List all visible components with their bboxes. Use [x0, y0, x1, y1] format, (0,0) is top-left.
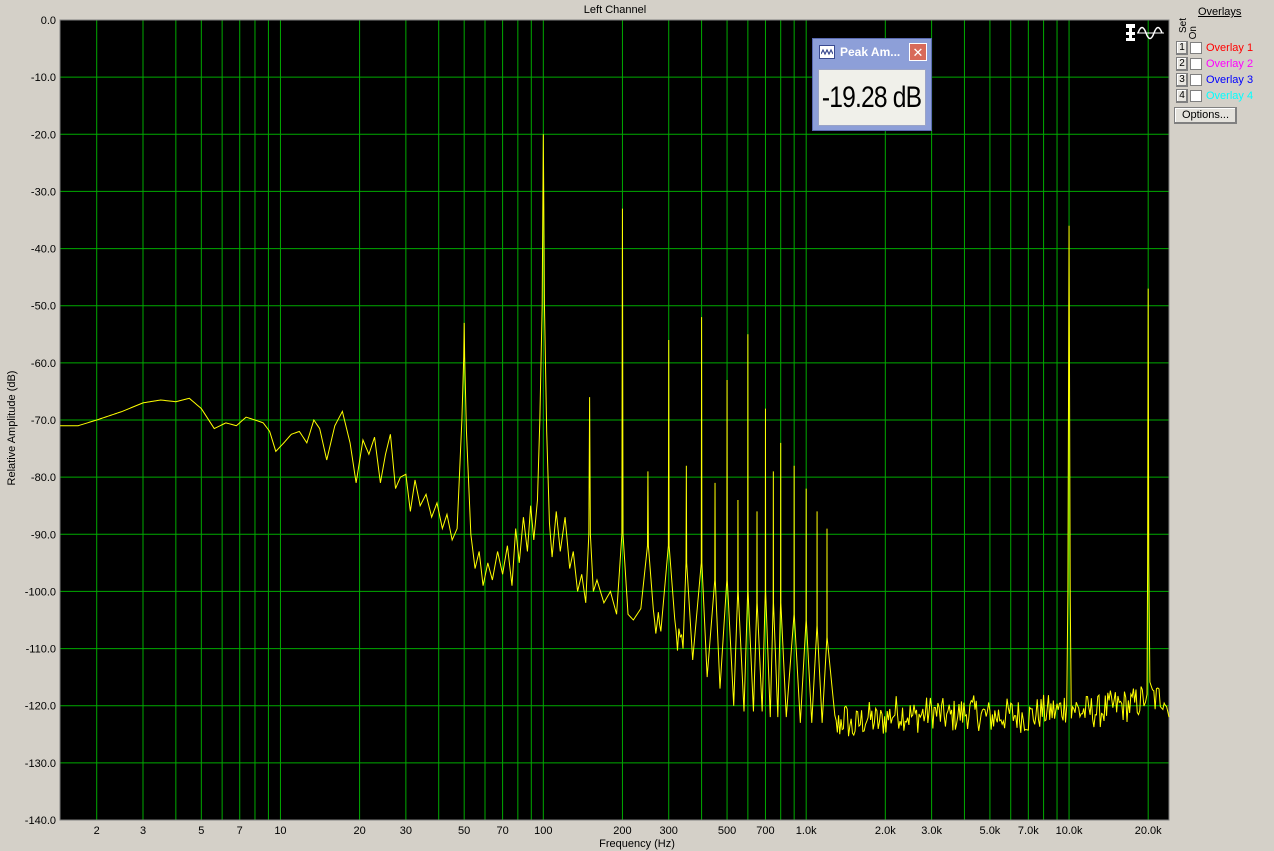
overlay-label-3: Overlay 3	[1206, 74, 1254, 86]
y-tick-label: -50.0	[31, 301, 56, 313]
y-tick-label: -10.0	[31, 72, 56, 84]
x-tick-label: 2.0k	[875, 825, 896, 837]
x-tick-label: 1.0k	[796, 825, 817, 837]
spectrum-chart: Left Channel 0.0 -10.0 -20.0 -30.0 -40.0 -50.…	[6, 4, 1170, 850]
overlay-label-2: Overlay 2	[1206, 58, 1254, 70]
overlay-row-4: 4 Overlay 4	[1176, 89, 1253, 103]
peak-value: -19.28 dB	[822, 80, 922, 114]
y-tick-label: -100.0	[25, 586, 56, 598]
options-button[interactable]: Options...	[1174, 107, 1237, 124]
peak-window-title: Peak Am...	[840, 45, 901, 59]
overlay-set-button-4[interactable]: 4	[1176, 89, 1188, 103]
x-axis-title: Frequency (Hz)	[599, 838, 675, 850]
x-tick-label: 50	[458, 825, 470, 837]
x-tick-label: 2	[94, 825, 100, 837]
overlay-set-button-3[interactable]: 3	[1176, 73, 1188, 87]
overlay-row-2: 2 Overlay 2	[1176, 57, 1253, 71]
x-tick-label: 20	[353, 825, 365, 837]
close-icon[interactable]: ✕	[909, 43, 927, 61]
y-tick-label: -140.0	[25, 815, 56, 827]
y-tick-label: -20.0	[31, 129, 56, 141]
x-tick-label: 3.0k	[921, 825, 942, 837]
chart-title: Left Channel	[584, 4, 646, 16]
y-axis-title: Relative Amplitude (dB)	[6, 371, 18, 486]
overlays-panel: Overlays Set On 1 Overlay 1 2 Overlay 2 …	[1172, 4, 1272, 126]
overlay-on-checkbox-1[interactable]	[1190, 42, 1202, 54]
x-tick-label: 20.0k	[1135, 825, 1162, 837]
peak-amplitude-window[interactable]: Peak Am... ✕ -19.28 dB	[812, 38, 932, 131]
overlay-row-1: 1 Overlay 1	[1176, 41, 1253, 55]
y-tick-labels: 0.0 -10.0 -20.0 -30.0 -40.0 -50.0 -60.0 -70.0 -8…	[25, 15, 56, 827]
waveform-icon	[819, 45, 835, 59]
overlay-on-checkbox-2[interactable]	[1190, 58, 1202, 70]
y-tick-label: -130.0	[25, 758, 56, 770]
spectrum-sine-icon[interactable]	[1124, 22, 1166, 44]
x-tick-label: 3	[140, 825, 146, 837]
y-tick-label: -60.0	[31, 358, 56, 370]
y-tick-label: -120.0	[25, 701, 56, 713]
y-tick-label: -80.0	[31, 472, 56, 484]
overlay-on-checkbox-3[interactable]	[1190, 74, 1202, 86]
overlay-label-4: Overlay 4	[1206, 90, 1254, 102]
overlay-row-3: 3 Overlay 3	[1176, 73, 1253, 87]
y-tick-label: -70.0	[31, 415, 56, 427]
x-tick-label: 10	[274, 825, 286, 837]
y-tick-label: 0.0	[41, 15, 56, 27]
x-tick-label: 70	[496, 825, 508, 837]
x-tick-label: 30	[400, 825, 412, 837]
peak-value-display: -19.28 dB	[818, 69, 926, 126]
x-tick-label: 500	[718, 825, 736, 837]
overlay-set-button-1[interactable]: 1	[1176, 41, 1188, 55]
y-tick-label: -30.0	[31, 186, 56, 198]
overlay-on-checkbox-4[interactable]	[1190, 90, 1202, 102]
y-tick-label: -90.0	[31, 529, 56, 541]
y-tick-label: -110.0	[26, 644, 56, 656]
x-tick-label: 7.0k	[1018, 825, 1039, 837]
x-tick-label: 700	[756, 825, 774, 837]
overlays-header: Overlays	[1198, 6, 1242, 18]
on-column-label: On	[1188, 26, 1199, 40]
x-tick-labels: 2 3 5 7 10 20 30 50 70 100 200 300 500 700 1.0k 2.0k 3.0…	[94, 825, 1162, 837]
x-tick-label: 100	[534, 825, 552, 837]
x-tick-label: 10.0k	[1056, 825, 1083, 837]
overlay-set-button-2[interactable]: 2	[1176, 57, 1188, 71]
x-tick-label: 200	[613, 825, 631, 837]
x-tick-label: 5.0k	[980, 825, 1001, 837]
x-tick-label: 300	[660, 825, 678, 837]
x-tick-label: 7	[237, 825, 243, 837]
y-tick-label: -40.0	[31, 244, 56, 256]
peak-window-titlebar[interactable]: Peak Am... ✕	[815, 41, 929, 63]
x-tick-label: 5	[198, 825, 204, 837]
overlay-label-1: Overlay 1	[1206, 42, 1254, 54]
